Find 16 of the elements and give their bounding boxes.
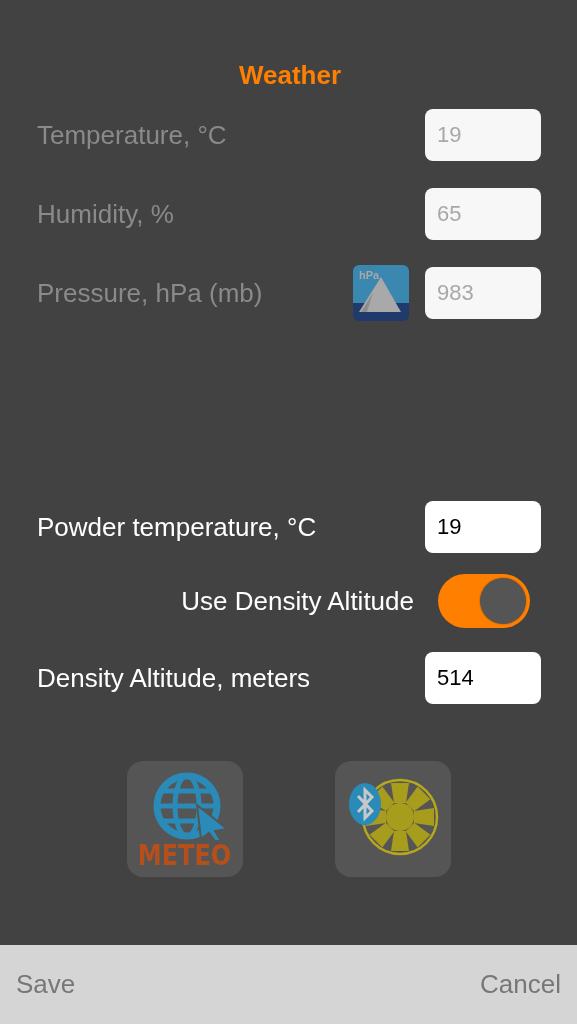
meteo-button[interactable]: METEO (126, 761, 243, 877)
field-label: Powder temperature, °C (37, 511, 318, 543)
field-label: Humidity, % (37, 198, 175, 230)
field-label: Use Density Altitude (181, 585, 414, 617)
field-label: Pressure, hPa (mb) (37, 277, 264, 309)
bluetooth-icon (348, 783, 381, 825)
save-button[interactable]: Save (16, 969, 76, 1000)
cancel-button[interactable]: Cancel (480, 969, 561, 1000)
fan-icon (361, 778, 438, 856)
toggle-switch[interactable] (438, 574, 530, 628)
screen-title: Weather (237, 60, 343, 90)
field-label: Temperature, °C (37, 119, 228, 151)
bluetooth-fan-button[interactable] (334, 761, 451, 877)
input-field[interactable]: 514 (425, 652, 541, 704)
input-field[interactable]: 19 (425, 501, 541, 553)
field-label: Density Altitude, meters (37, 662, 312, 694)
